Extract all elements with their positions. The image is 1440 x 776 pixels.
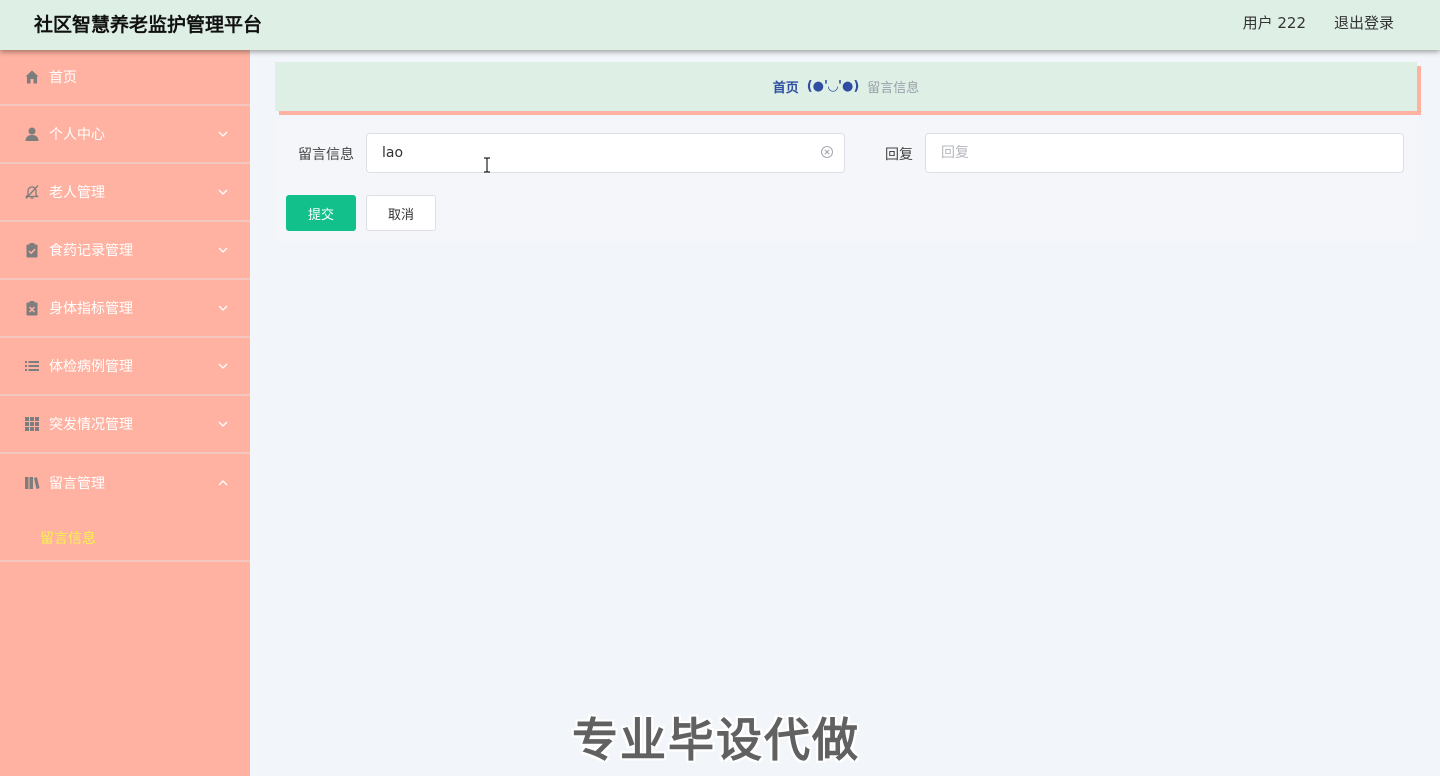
- sidebar-item-messages[interactable]: 留言管理: [0, 454, 250, 512]
- current-user: 用户 222: [1242, 14, 1306, 32]
- clipboard-x-icon: [24, 300, 40, 316]
- clear-icon[interactable]: [820, 145, 834, 159]
- cancel-button[interactable]: 取消: [366, 195, 436, 231]
- chevron-down-icon: [218, 247, 228, 253]
- sidebar-item-food-medicine[interactable]: 食药记录管理: [0, 222, 250, 280]
- submit-button[interactable]: 提交: [286, 195, 356, 231]
- sidebar-item-label: 老人管理: [49, 185, 105, 201]
- breadcrumb-current: 留言信息: [867, 81, 920, 96]
- sidebar: 首页 个人中心 老人管理 食药记录管理 身体指标管理 体检病例管理 突发情况管理…: [0, 50, 250, 776]
- logout-link[interactable]: 退出登录: [1334, 12, 1394, 33]
- sidebar-item-label: 体检病例管理: [49, 359, 133, 375]
- breadcrumb-separator: (●'◡'●): [806, 79, 860, 94]
- clipboard-check-icon: [24, 242, 40, 258]
- person-icon: [24, 126, 40, 142]
- sidebar-item-label: 留言管理: [49, 476, 105, 492]
- chevron-down-icon: [218, 305, 228, 311]
- message-input[interactable]: [366, 133, 845, 173]
- sidebar-item-home[interactable]: 首页: [0, 50, 250, 106]
- bell-off-icon: [24, 184, 40, 200]
- sidebar-item-label: 突发情况管理: [49, 417, 133, 433]
- app-title: 社区智慧养老监护管理平台: [34, 14, 263, 36]
- chevron-up-icon: [218, 480, 228, 486]
- books-icon: [24, 475, 40, 491]
- sidebar-item-emergencies[interactable]: 突发情况管理: [0, 396, 250, 454]
- message-field-label: 留言信息: [298, 147, 354, 163]
- sidebar-item-body-metrics[interactable]: 身体指标管理: [0, 280, 250, 338]
- sidebar-item-label: 食药记录管理: [49, 243, 133, 259]
- chevron-down-icon: [218, 363, 228, 369]
- list-icon: [24, 358, 40, 374]
- sidebar-item-profile[interactable]: 个人中心: [0, 106, 250, 164]
- chevron-down-icon: [218, 189, 228, 195]
- sidebar-item-label: 个人中心: [49, 127, 105, 143]
- breadcrumb-home[interactable]: 首页: [773, 77, 799, 96]
- breadcrumb: 首页 (●'◡'●) 留言信息: [275, 62, 1417, 111]
- watermark: 专业毕设代做: [572, 713, 860, 767]
- sidebar-subitem-label: 留言信息: [40, 531, 96, 547]
- sidebar-item-elderly[interactable]: 老人管理: [0, 164, 250, 222]
- text-cursor-icon: [484, 157, 490, 173]
- reply-field-label: 回复: [885, 147, 913, 163]
- top-header: 社区智慧养老监护管理平台 用户 222 退出登录: [0, 0, 1440, 50]
- grid-icon: [24, 416, 40, 432]
- reply-input[interactable]: [925, 133, 1404, 173]
- chevron-down-icon: [218, 131, 228, 137]
- sidebar-item-label: 首页: [49, 70, 77, 86]
- home-icon: [24, 69, 40, 85]
- sidebar-item-label: 身体指标管理: [49, 301, 133, 317]
- sidebar-item-checkup-cases[interactable]: 体检病例管理: [0, 338, 250, 396]
- chevron-down-icon: [218, 421, 228, 427]
- sidebar-subitem-message-info[interactable]: 留言信息: [0, 512, 250, 562]
